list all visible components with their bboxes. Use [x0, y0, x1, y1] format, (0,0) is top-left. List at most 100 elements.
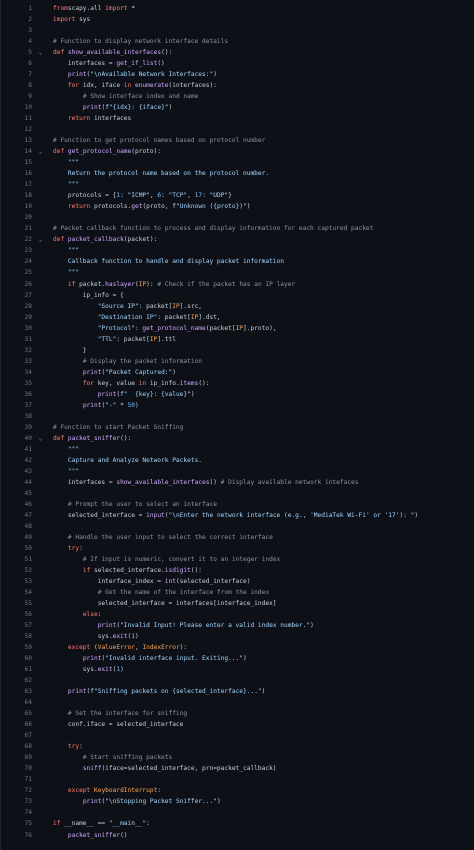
- code-line[interactable]: 51 # If input is numeric, convert it to …: [1, 554, 474, 565]
- code-line[interactable]: 22 ⌄ def packet_callback(packet):: [1, 234, 474, 245]
- code-line[interactable]: 52 if selected_interface.isdigit():: [1, 565, 474, 576]
- code-line[interactable]: 44 interfaces = show_available_interface…: [1, 477, 474, 488]
- code-line[interactable]: 20: [1, 212, 474, 223]
- code-line[interactable]: 46 # Prompt the user to select an interf…: [1, 499, 474, 510]
- code-line[interactable]: 60 print("Invalid interface input. Exiti…: [1, 653, 474, 664]
- code-line[interactable]: 6 interfaces = get_if_list(): [1, 58, 474, 69]
- code-token: def: [53, 148, 65, 156]
- code-line[interactable]: 58 sys.exit(1): [1, 631, 474, 642]
- code-line[interactable]: 68 try:: [1, 741, 474, 752]
- code-line[interactable]: 7 print("\nAvailable Network Interfaces:…: [1, 69, 474, 80]
- code-token: ].ttl: [157, 335, 176, 343]
- fold-chevron-icon[interactable]: ⌄: [37, 433, 44, 444]
- code-line[interactable]: 26 if packet.haslayer(IP): # Check if th…: [1, 279, 474, 290]
- code-line[interactable]: 34 print("Packet Captured:"): [1, 367, 474, 378]
- code-line[interactable]: 63 print(f"Sniffing packets on {selected…: [1, 686, 474, 697]
- line-code: # Show interface index and name: [53, 91, 198, 102]
- code-line[interactable]: 21 # Packet callback function to process …: [1, 223, 474, 234]
- code-editor[interactable]: 1 fromscapy.all import * 2 import sys 3 4 # Fu…: [0, 0, 474, 850]
- code-line[interactable]: 12: [1, 124, 474, 135]
- fold-chevron-icon[interactable]: ⌄: [37, 234, 44, 245]
- code-line[interactable]: 70 sniff(iface=selected_interface, prn=p…: [1, 763, 474, 774]
- code-line[interactable]: 73 print("\nStopping Packet Sniffer..."): [1, 796, 474, 807]
- code-line[interactable]: 39 # Function to start Packet Sniffing: [1, 422, 474, 433]
- code-line[interactable]: 10 print(f"{idx}: {iface}"): [1, 102, 474, 113]
- code-line[interactable]: 25 """: [1, 267, 474, 278]
- line-code: interface_index = int(selected_interface…: [53, 576, 251, 587]
- code-line[interactable]: 31 "TTL": packet[IP].ttl: [1, 334, 474, 345]
- code-line[interactable]: 3: [1, 25, 474, 36]
- code-line[interactable]: 37 print("-" * 50): [1, 400, 474, 411]
- code-line[interactable]: 61 sys.exit(1): [1, 664, 474, 675]
- code-line[interactable]: 15 """: [1, 157, 474, 168]
- code-line[interactable]: 30 "Protocol": get_protocol_name(packet[…: [1, 323, 474, 334]
- code-line[interactable]: 40 ⌄ def packet_sniffer():: [1, 433, 474, 444]
- code-line[interactable]: 54 # Get the name of the interface from …: [1, 587, 474, 598]
- code-line[interactable]: 65 # Set the interface for sniffing: [1, 708, 474, 719]
- code-line[interactable]: 29 "Destination IP": packet[IP].dst,: [1, 312, 474, 323]
- code-line[interactable]: 14 ⌄ def get_protocol_name(proto):: [1, 146, 474, 157]
- code-line[interactable]: 38: [1, 411, 474, 422]
- code-token: interfaces =: [53, 478, 117, 486]
- code-line[interactable]: 64: [1, 697, 474, 708]
- code-line[interactable]: 35 for key, value in ip_info.items():: [1, 378, 474, 389]
- fold-chevron-icon[interactable]: ⌄: [37, 47, 44, 58]
- code-line[interactable]: 76 packet_sniffer(): [1, 830, 474, 841]
- code-token: key, value: [94, 379, 139, 387]
- code-line[interactable]: 62: [1, 675, 474, 686]
- code-line[interactable]: 45: [1, 488, 474, 499]
- code-line[interactable]: 1 fromscapy.all import *: [1, 3, 474, 14]
- code-line[interactable]: 50 try:: [1, 543, 474, 554]
- code-line[interactable]: 57 print("Invalid Input! Please enter a …: [1, 620, 474, 631]
- code-line[interactable]: 49 # Handle the user input to select the…: [1, 532, 474, 543]
- code-line[interactable]: 5 ⌄ def show_available_interfaces():: [1, 47, 474, 58]
- code-line[interactable]: 67: [1, 730, 474, 741]
- code-line[interactable]: 43 """: [1, 466, 474, 477]
- code-token: ): [190, 390, 195, 398]
- code-line[interactable]: 16 Return the protocol name based on the…: [1, 168, 474, 179]
- code-line[interactable]: 71: [1, 774, 474, 785]
- line-code: print("Invalid Input! Please enter a val…: [53, 620, 314, 631]
- code-line[interactable]: 33 # Display the packet information: [1, 356, 474, 367]
- code-line[interactable]: 8 for idx, iface in enumerate(interfaces…: [1, 80, 474, 91]
- code-token: exit: [97, 666, 113, 674]
- code-line[interactable]: 53 interface_index = int(selected_interf…: [1, 576, 474, 587]
- code-line[interactable]: 2 import sys: [1, 14, 474, 25]
- line-code: """: [53, 157, 79, 168]
- code-token: def: [53, 236, 65, 244]
- fold-chevron-icon[interactable]: ⌄: [37, 146, 44, 157]
- code-line[interactable]: 47 selected_interface = input("\nEnter t…: [1, 510, 474, 521]
- line-code: # If input is numeric, convert it to an …: [53, 554, 280, 565]
- code-line[interactable]: 55 selected_interface = interfaces[inter…: [1, 598, 474, 609]
- code-line[interactable]: 42 Capture and Analyze Network Packets.: [1, 455, 474, 466]
- code-line[interactable]: 75 if __name__ == "__main__":: [1, 818, 474, 829]
- code-line[interactable]: 74: [1, 807, 474, 818]
- code-line[interactable]: 13 # Function to get protocol names based…: [1, 135, 474, 146]
- code-line[interactable]: 18 protocols = {1: "ICMP", 6: "TCP", 17:…: [1, 190, 474, 201]
- code-line[interactable]: 27 ip_info = {: [1, 290, 474, 301]
- code-token: selected_interface =: [53, 511, 147, 519]
- code-line[interactable]: 32 }: [1, 345, 474, 356]
- code-line[interactable]: 19 return protocols.get(proto, f"Unknown…: [1, 201, 474, 212]
- code-line[interactable]: 69 # Start sniffing packets: [1, 752, 474, 763]
- code-line[interactable]: 4 # Function to display network interface…: [1, 36, 474, 47]
- code-line[interactable]: 23 """: [1, 245, 474, 256]
- code-line[interactable]: 36 print(f" {key}: {value}"): [1, 389, 474, 400]
- code-line[interactable]: 41 """: [1, 444, 474, 455]
- code-line[interactable]: 48: [1, 521, 474, 532]
- code-line[interactable]: 24 Callback function to handle and displ…: [1, 256, 474, 267]
- code-line[interactable]: 66 conf.iface = selected_interface: [1, 719, 474, 730]
- code-line[interactable]: 72 except KeyboardInterrupt:: [1, 785, 474, 796]
- code-line[interactable]: 59 except (ValueError, IndexError):: [1, 642, 474, 653]
- code-line[interactable]: 28 "Source IP": packet[IP].src,: [1, 301, 474, 312]
- code-line[interactable]: 17 """: [1, 179, 474, 190]
- code-token: :: [120, 192, 128, 200]
- code-token: return: [67, 115, 91, 123]
- code-line[interactable]: 9 # Show interface index and name: [1, 91, 474, 102]
- code-token: ): [246, 203, 251, 211]
- code-line[interactable]: 11 return interfaces: [1, 113, 474, 124]
- line-code: selected_interface = input("\nEnter the …: [53, 510, 418, 521]
- code-line[interactable]: 56 else:: [1, 609, 474, 620]
